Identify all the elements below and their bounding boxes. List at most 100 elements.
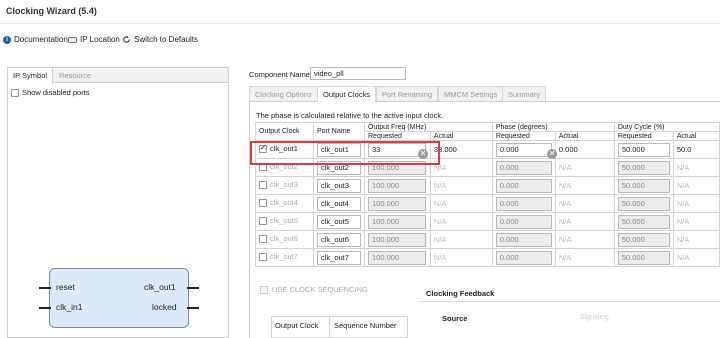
pin-reset <box>39 287 51 289</box>
phase-requested-input[interactable]: 0.000 <box>495 178 552 193</box>
table-cell: 50.000 <box>613 158 674 177</box>
tab-summary[interactable]: Summary <box>502 86 547 101</box>
table-cell: N/A <box>554 158 615 177</box>
phase-requested-input[interactable]: 0.000 <box>495 142 552 157</box>
sequence-table: Output Clock Sequence Number <box>271 316 408 338</box>
phase-note: The phase is calculated relative to the … <box>256 111 444 120</box>
use-clock-sequencing-label: USE CLOCK SEQUENCING <box>272 285 368 294</box>
table-row: clk_out7 clk_out7 100.000 N/A 0.000 N/A 50.000… <box>255 248 720 267</box>
table-cell: clk_out7 <box>313 248 365 267</box>
feedback-divider <box>418 301 720 302</box>
header-duty-requested: Requested <box>613 131 674 141</box>
phase-requested-input[interactable]: 0.000 <box>495 214 552 229</box>
port-name-input[interactable]: clk_out6 <box>317 232 361 247</box>
port-label-locked: locked <box>152 302 177 312</box>
show-disabled-ports-checkbox[interactable]: Show disabled ports <box>11 88 90 97</box>
table-cell: 0.000 <box>491 212 556 231</box>
duty-requested-input[interactable]: 50.000 <box>617 250 670 265</box>
tab-clocking-options[interactable]: Clocking Options <box>249 86 318 101</box>
phase-actual-value: N/A <box>558 235 572 244</box>
output-clock-name: clk_out4 <box>270 198 298 208</box>
freq-requested-input[interactable]: 100.000 <box>368 232 426 247</box>
table-cell: clk_out6 <box>313 230 365 249</box>
duty-requested-input[interactable]: 50.000 <box>617 160 670 175</box>
config-tab-bar: Clocking Options Output Clocks Port Rena… <box>249 86 720 102</box>
port-label-reset: reset <box>56 282 75 292</box>
ip-location-label: IP Location <box>80 35 120 44</box>
clock-enable-checkbox[interactable] <box>259 198 267 207</box>
phase-requested-input[interactable]: 0.000 <box>495 196 552 211</box>
header-output-freq: Output Freq (MHz) <box>364 122 493 132</box>
header-phase-requested: Requested <box>491 131 556 141</box>
table-cell: N/A <box>672 158 720 177</box>
tab-resource[interactable]: Resource <box>54 68 96 83</box>
table-cell: N/A <box>672 212 720 231</box>
duty-actual-value: N/A <box>676 253 690 262</box>
phase-requested-input[interactable]: 0.000 <box>495 160 552 175</box>
refresh-icon <box>123 35 130 43</box>
table-cell: 50.0 <box>672 140 720 159</box>
port-label-clk-in1: clk_in1 <box>56 302 83 312</box>
documentation-button[interactable]: i Documentation <box>3 35 68 44</box>
info-icon: i <box>3 35 11 44</box>
duty-requested-input[interactable]: 50.000 <box>617 178 670 193</box>
duty-requested-input[interactable]: 50.000 <box>617 232 670 247</box>
port-name-input[interactable]: clk_out3 <box>317 178 361 193</box>
documentation-label: Documentation <box>14 35 68 44</box>
duty-requested-input[interactable]: 50.000 <box>617 196 670 211</box>
table-cell: N/A <box>672 230 720 249</box>
ip-symbol-block <box>49 268 189 328</box>
duty-requested-input[interactable]: 50.000 <box>617 214 670 229</box>
port-name-input[interactable]: clk_out4 <box>317 196 361 211</box>
table-cell: 100.000 <box>364 248 431 267</box>
clock-enable-checkbox[interactable] <box>259 216 267 225</box>
phase-requested-input[interactable]: 0.000 <box>495 250 552 265</box>
switch-defaults-button[interactable]: Switch to Defaults <box>122 35 198 44</box>
phase-requested-input[interactable]: 0.000 <box>495 232 552 247</box>
port-name-input[interactable]: clk_out7 <box>317 250 361 265</box>
tab-ip-symbol[interactable]: IP Symbol <box>8 68 54 84</box>
freq-requested-input[interactable]: 100.000 <box>368 178 426 193</box>
duty-actual-value: 50.0 <box>676 145 692 154</box>
table-cell: clk_out5 <box>313 212 365 231</box>
ip-location-button[interactable]: IP Location <box>68 35 120 44</box>
table-cell: clk_out3 <box>255 176 314 195</box>
header-port-name: Port Name <box>313 122 365 141</box>
checkbox-box[interactable] <box>11 88 19 97</box>
toolbar: i Documentation IP Location Switch to De… <box>0 32 720 50</box>
header-output-clock: Output Clock <box>255 122 314 141</box>
table-cell: N/A <box>429 248 493 267</box>
clock-enable-checkbox[interactable] <box>259 234 267 243</box>
port-name-input[interactable]: clk_out5 <box>317 214 361 229</box>
title-bar: Clocking Wizard (5.4) <box>0 0 720 24</box>
freq-requested-input[interactable]: 100.000 <box>368 214 426 229</box>
header-freq-actual: Actual <box>429 131 493 141</box>
table-cell: 50.000 <box>613 212 674 231</box>
table-cell: 50.000 <box>613 140 674 159</box>
duty-requested-input[interactable]: 50.000 <box>617 142 670 157</box>
table-cell: 100.000 <box>364 230 431 249</box>
tab-output-clocks[interactable]: Output Clocks <box>317 86 377 102</box>
header-freq-requested: Requested <box>364 131 431 141</box>
freq-requested-input[interactable]: 100.000 <box>368 250 426 265</box>
header-phase-actual: Actual <box>554 131 615 141</box>
pin-clk-in1 <box>39 307 51 309</box>
duty-actual-value: N/A <box>676 199 690 208</box>
clock-enable-checkbox[interactable] <box>259 252 267 261</box>
table-cell: clk_out5 <box>255 212 314 231</box>
highlight-box <box>250 141 440 165</box>
clear-phase-icon[interactable]: ✕ <box>547 149 557 159</box>
freq-requested-input[interactable]: 100.000 <box>368 196 426 211</box>
component-name-input[interactable]: video_pll <box>310 67 406 80</box>
table-cell: N/A <box>554 194 615 213</box>
table-row: clk_out6 clk_out6 100.000 N/A 0.000 N/A 50.000… <box>255 230 720 249</box>
phase-actual-value: N/A <box>558 217 572 226</box>
tab-port-renaming[interactable]: Port Renaming <box>376 86 439 101</box>
use-clock-sequencing-checkbox[interactable]: USE CLOCK SEQUENCING <box>260 285 368 294</box>
sequencing-checkbox-box[interactable] <box>260 285 268 294</box>
tab-mmcm-settings[interactable]: MMCM Settings <box>438 86 504 101</box>
table-cell: clk_out3 <box>313 176 365 195</box>
clock-enable-checkbox[interactable] <box>259 180 267 189</box>
seq-header-output-clock: Output Clock <box>275 321 319 330</box>
feedback-source-label: Source <box>442 314 468 323</box>
